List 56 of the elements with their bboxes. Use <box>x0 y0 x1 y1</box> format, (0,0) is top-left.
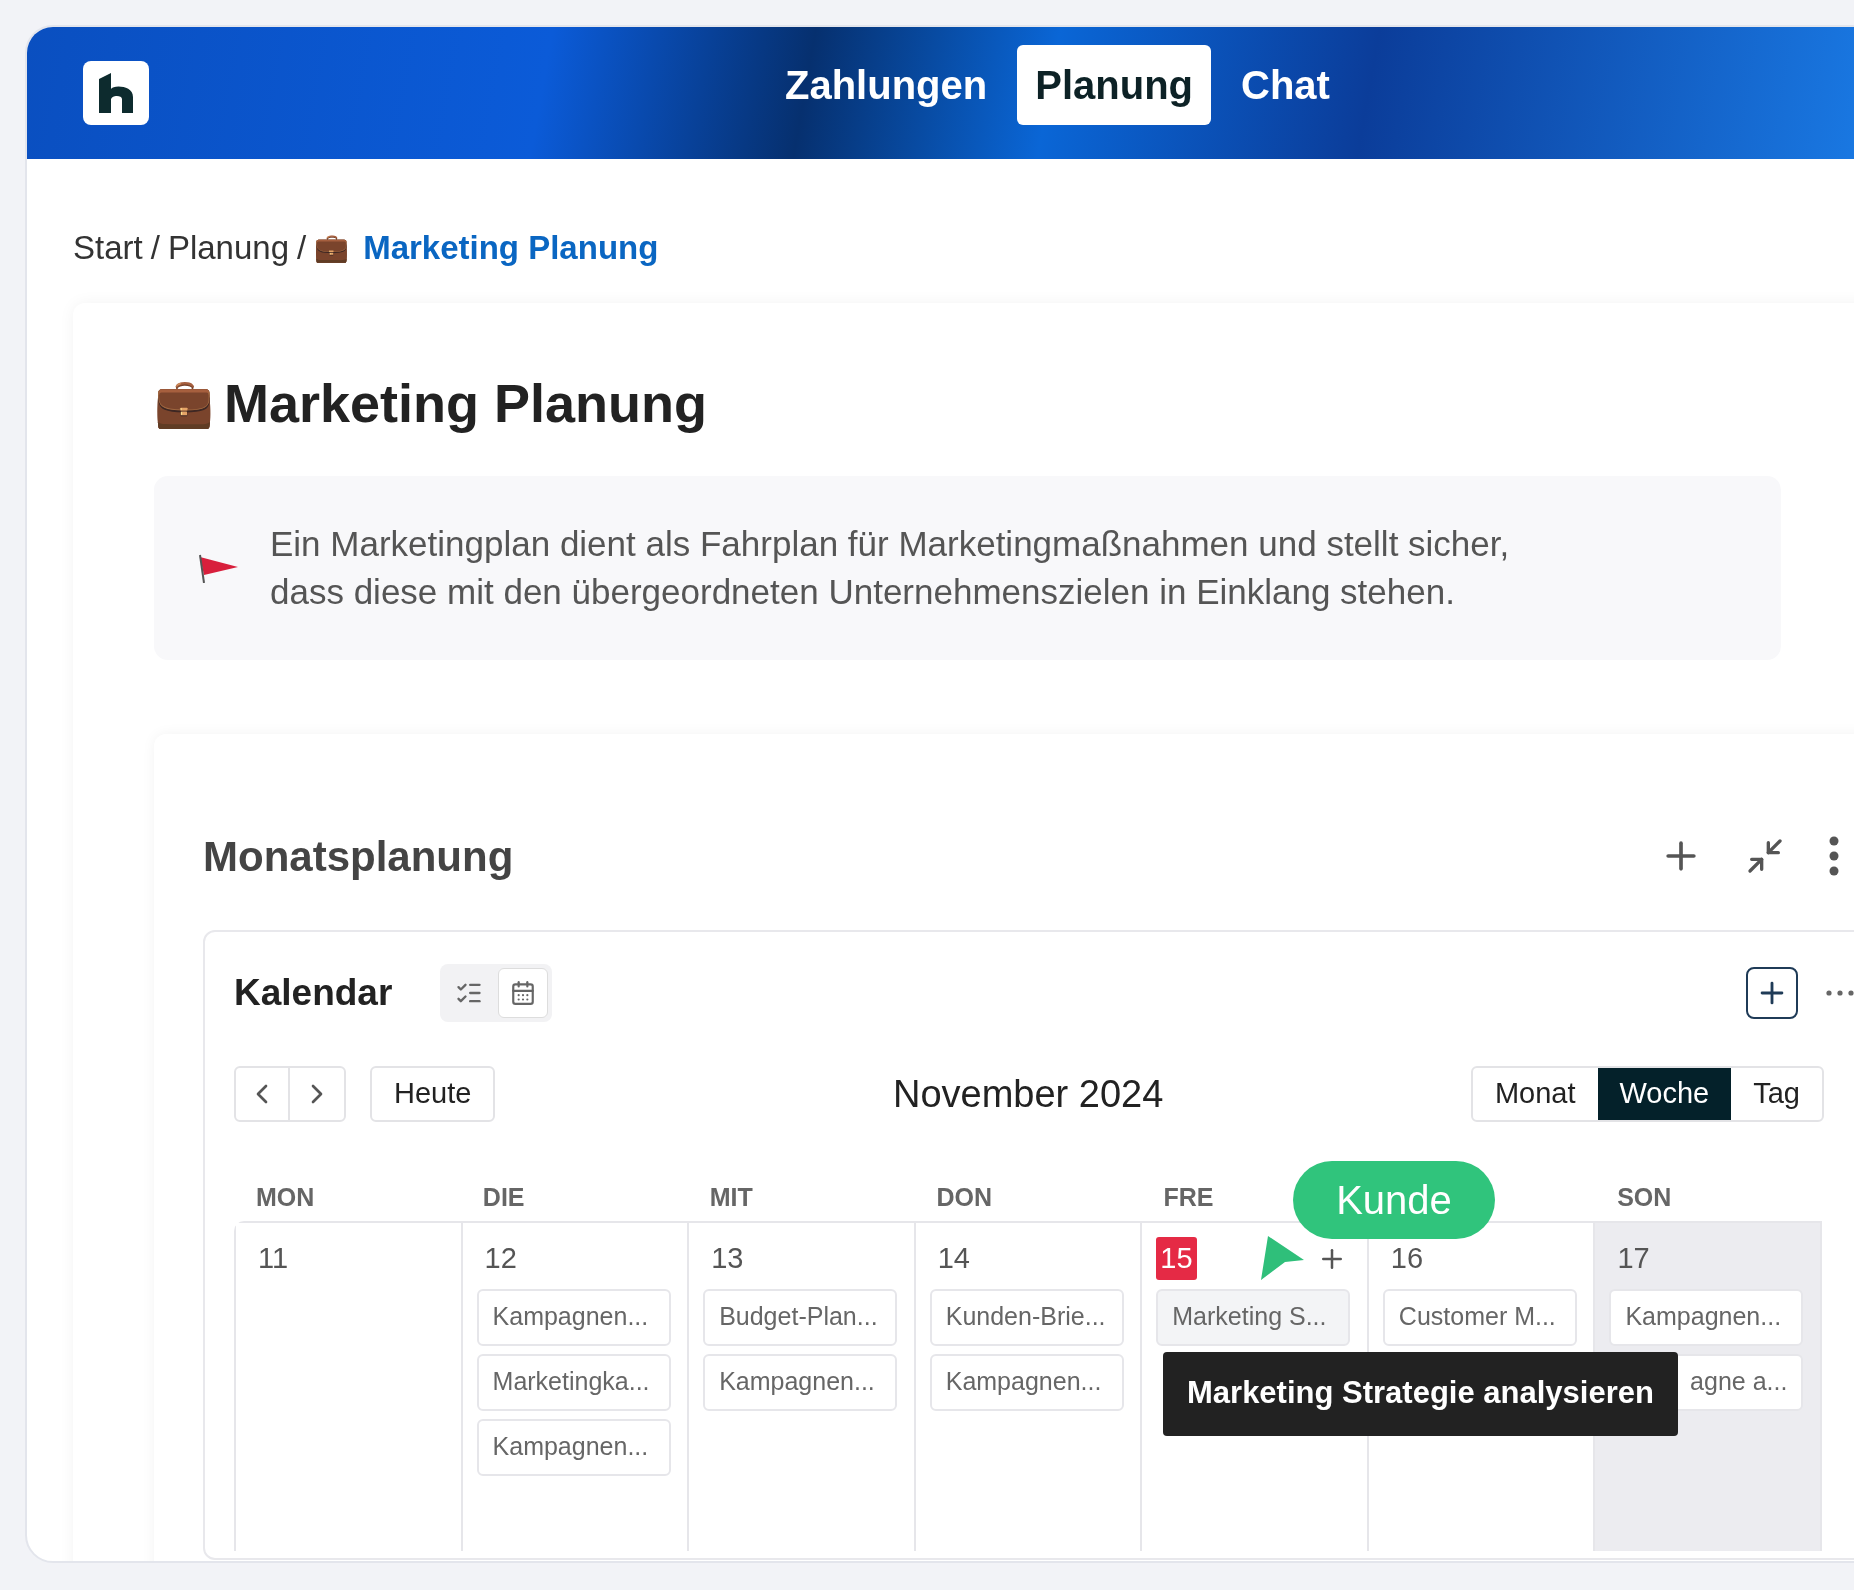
briefcase-emoji: 💼 <box>154 375 214 431</box>
event-chip[interactable]: Kampagnen... <box>703 1353 898 1411</box>
event-chip[interactable]: Kampagnen... <box>476 1418 671 1476</box>
breadcrumb-separator: / <box>150 228 160 268</box>
range-tab[interactable]: Woche <box>1597 1068 1732 1120</box>
nav-tab[interactable]: Chat <box>1223 45 1348 125</box>
event-chip[interactable]: Marketingka... <box>476 1353 671 1411</box>
weekday-label: SON <box>1617 1182 1672 1211</box>
weekday-label: DIE <box>482 1182 525 1211</box>
breadcrumb-current[interactable]: Marketing Planung <box>363 223 659 273</box>
more-button[interactable] <box>1826 989 1854 996</box>
weekday-label: DON <box>936 1182 993 1211</box>
day-number: 11 <box>257 1240 289 1276</box>
calendar-icon <box>510 979 537 1006</box>
page-title: Marketing Planung <box>224 371 708 435</box>
collapse-button[interactable] <box>1745 836 1785 876</box>
event-chip[interactable]: Kampagnen... <box>929 1353 1124 1411</box>
app-logo[interactable] <box>83 61 149 125</box>
event-chip[interactable]: Kampagnen... <box>1609 1288 1804 1346</box>
day-number: 12 <box>483 1240 517 1276</box>
event-chip[interactable]: Budget-Plan... <box>703 1288 898 1346</box>
event-chip[interactable]: Marketing S... <box>1156 1288 1351 1346</box>
day-number: 14 <box>936 1240 970 1276</box>
breadcrumb-link[interactable]: Start <box>73 223 143 273</box>
day-number: 16 <box>1389 1240 1424 1276</box>
breadcrumb-link[interactable]: Planung <box>167 223 289 273</box>
more-icon <box>1829 836 1839 876</box>
weekday-label: FRE <box>1163 1182 1214 1211</box>
logo-icon <box>97 73 135 113</box>
event-chip[interactable]: Kampagnen... <box>476 1288 671 1346</box>
briefcase-emoji: 💼 <box>314 230 350 265</box>
day-number: 15 <box>1156 1236 1197 1281</box>
range-tab[interactable]: Tag <box>1731 1068 1822 1120</box>
calendar-view-button[interactable] <box>498 967 549 1018</box>
today-button[interactable]: Heute <box>370 1066 496 1122</box>
more-icon <box>1826 989 1854 996</box>
calendar-title: Kalendar <box>234 970 393 1015</box>
collapse-icon <box>1745 836 1785 876</box>
nav-tab[interactable]: Planung <box>1017 45 1211 125</box>
range-tab[interactable]: Monat <box>1472 1068 1598 1120</box>
weekday-label: MIT <box>709 1182 753 1211</box>
month-label: November 2024 <box>892 1071 1164 1117</box>
callout-text: Ein Marketingplan dient als Fahrplan für Marketingmaßnahmen und stellt sicher, dass diese mit den übergeordneten Unternehmenszielen in Einklang stehen. <box>270 522 1511 613</box>
add-event-button[interactable] <box>1746 966 1798 1019</box>
section-title: Monatsplanung <box>203 831 515 882</box>
event-chip[interactable]: Customer M... <box>1382 1288 1577 1346</box>
weekday-label: MON <box>256 1182 315 1211</box>
event-chip[interactable]: Kunden-Brie... <box>929 1288 1124 1346</box>
event-tooltip: Marketing Strategie analysieren <box>1163 1351 1678 1436</box>
more-button[interactable] <box>1829 836 1839 876</box>
cursor-arrow-icon <box>1259 1235 1305 1280</box>
cursor-label: Kunde <box>1293 1160 1495 1239</box>
nav-tab[interactable]: Zahlungen <box>767 45 1006 125</box>
day-number: 13 <box>710 1240 744 1276</box>
day-number: 17 <box>1616 1240 1650 1276</box>
breadcrumb-separator: / <box>297 228 307 268</box>
